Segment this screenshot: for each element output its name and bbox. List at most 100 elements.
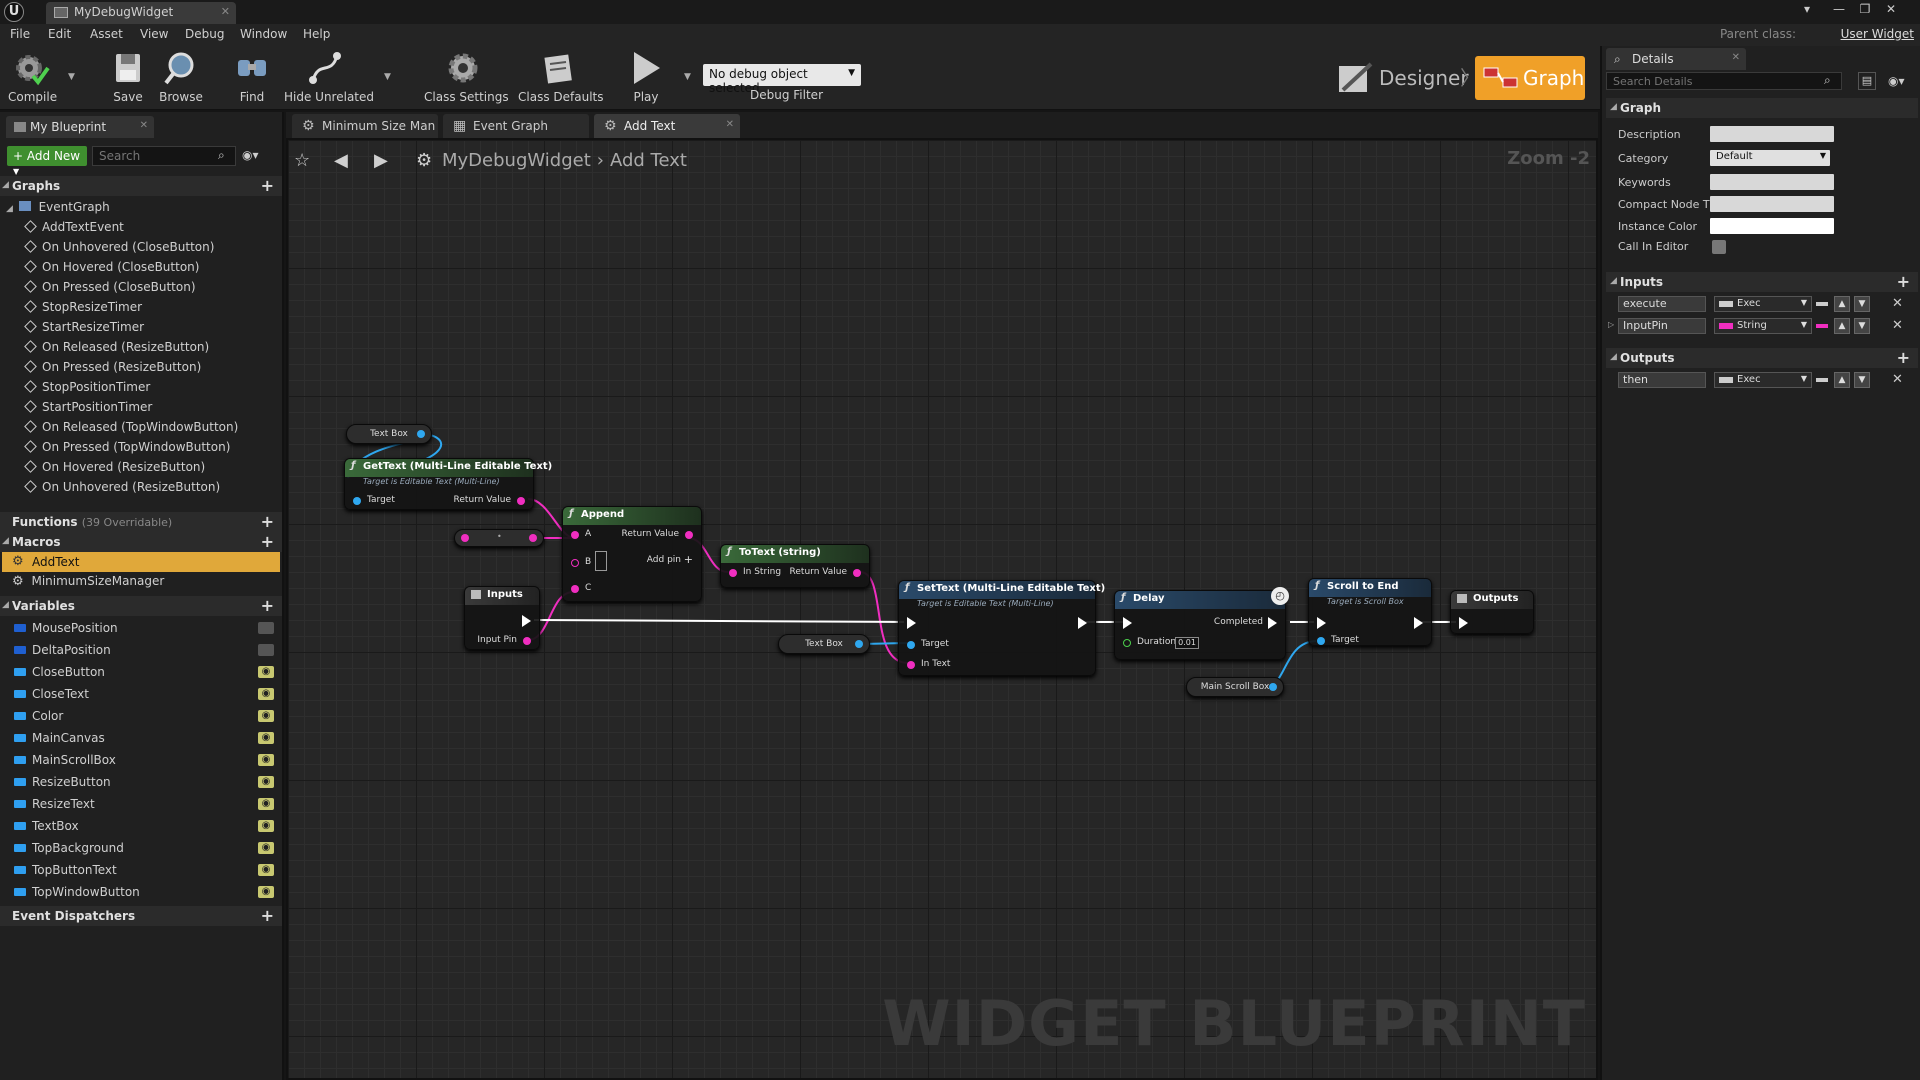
return-value-pin[interactable] — [853, 569, 861, 577]
textbox-variable-node[interactable]: Text Box — [346, 424, 432, 444]
expand-arrow-icon[interactable]: ▷ — [1608, 320, 1614, 329]
document-tab[interactable]: MyDebugWidget ✕ — [46, 2, 236, 24]
visibility-eye-icon[interactable]: ◉ — [258, 864, 274, 876]
remove-pin-icon[interactable]: ✕ — [1892, 296, 1903, 311]
exec-input-pin[interactable] — [1317, 617, 1326, 629]
hide-unrelated-options-icon[interactable]: ▼ — [384, 72, 391, 82]
gettext-node[interactable]: ƒ GetText (Multi-Line Editable Text) Targ… — [344, 458, 552, 510]
view-options-eye-icon[interactable]: ◉▾ — [1888, 74, 1905, 88]
add-variable-plus-icon[interactable]: + — [261, 596, 274, 615]
compact-node-title-input[interactable] — [1710, 196, 1834, 212]
graph-canvas[interactable]: ☆ ◀ ▶ ⚙ MyDebugWidget›Add Text Zoom -2 — [286, 138, 1598, 1080]
variable-row[interactable]: CloseText ◉ — [0, 684, 282, 706]
variable-row[interactable]: TopBackground ◉ — [0, 838, 282, 860]
search-icon[interactable]: ⌕ — [218, 148, 225, 163]
close-icon[interactable]: ✕ — [726, 119, 734, 130]
target-pin[interactable] — [1317, 637, 1325, 645]
variable-row[interactable]: TopWindowButton ◉ — [0, 882, 282, 904]
graph-mode-button[interactable]: Graph — [1475, 56, 1585, 100]
hide-unrelated-button[interactable]: Hide Unrelated — [284, 50, 374, 104]
pin-type-select[interactable]: Exec ▼ — [1714, 372, 1812, 388]
exec-input-pin[interactable] — [907, 617, 916, 629]
variable-row[interactable]: CloseButton ◉ — [0, 662, 282, 684]
tree-item-eventgraph[interactable]: ◢ EventGraph — [6, 200, 110, 220]
compile-options-icon[interactable]: ▼ — [68, 72, 75, 82]
visibility-eye-icon[interactable]: ◉ — [258, 688, 274, 700]
move-down-icon[interactable]: ▼ — [1854, 372, 1870, 388]
remove-pin-icon[interactable]: ✕ — [1892, 318, 1903, 333]
menu-edit[interactable]: Edit — [48, 27, 71, 41]
add-macro-plus-icon[interactable]: + — [261, 532, 274, 551]
event-item[interactable]: On Released (TopWindowButton) — [24, 420, 238, 440]
menu-debug[interactable]: Debug — [185, 27, 224, 41]
outputs-section[interactable]: ◢ Outputs + — [1606, 348, 1918, 368]
tab-minimum-size-manager[interactable]: ⚙ Minimum Size Man — [292, 114, 438, 138]
class-settings-button[interactable]: Class Settings — [424, 50, 509, 104]
functions-section-header[interactable]: Functions (39 Overridable) + — [0, 512, 282, 532]
outputs-node[interactable]: Outputs — [1450, 590, 1534, 634]
macros-section-header[interactable]: ◢ Macros + — [0, 532, 282, 552]
duration-value-input[interactable]: 0.01 — [1175, 637, 1199, 649]
exec-output-pin[interactable] — [1078, 617, 1087, 629]
duration-pin[interactable] — [1123, 639, 1131, 647]
variable-row[interactable]: MainScrollBox ◉ — [0, 750, 282, 772]
category-select[interactable]: Default ▼ — [1710, 150, 1830, 166]
visibility-eye-icon[interactable]: ◉ — [258, 886, 274, 898]
add-new-button[interactable]: + Add New ▼ — [7, 146, 87, 176]
browse-button[interactable]: Browse — [158, 50, 204, 104]
target-pin[interactable] — [907, 641, 915, 649]
add-output-plus-icon[interactable]: + — [1897, 348, 1910, 367]
event-item[interactable]: StopPositionTimer — [24, 380, 150, 400]
event-item[interactable]: On Pressed (TopWindowButton) — [24, 440, 230, 460]
move-down-icon[interactable]: ▼ — [1854, 296, 1870, 312]
debug-object-select[interactable]: No debug object selected ▼ — [703, 64, 861, 95]
exec-output-pin[interactable] — [1414, 617, 1423, 629]
textbox-variable-node-2[interactable]: Text Box — [778, 634, 870, 654]
mainscrollbox-variable-node[interactable]: Main Scroll Box — [1186, 677, 1284, 697]
output-pin[interactable] — [1269, 683, 1277, 691]
b-input-box[interactable] — [595, 551, 607, 571]
return-value-pin[interactable] — [685, 531, 693, 539]
settext-node[interactable]: ƒ SetText (Multi-Line Editable Text) Targ… — [898, 580, 1105, 676]
menu-help[interactable]: Help — [303, 27, 330, 41]
pin-name-input[interactable]: execute — [1618, 296, 1706, 312]
event-item[interactable]: StartPositionTimer — [24, 400, 152, 420]
save-button[interactable]: Save — [108, 50, 148, 104]
inputs-section[interactable]: ◢ Inputs + — [1606, 272, 1918, 292]
totext-node[interactable]: ƒ ToText (string) In String Return Value — [720, 544, 870, 588]
visibility-eye-icon[interactable]: ◉ — [258, 754, 274, 766]
visibility-eye-icon[interactable]: ◉ — [258, 710, 274, 722]
output-pin[interactable] — [855, 640, 863, 648]
compile-button[interactable]: Compile — [8, 50, 57, 104]
reroute-node[interactable]: • — [454, 529, 544, 547]
pin-type-select[interactable]: String ▼ — [1714, 318, 1812, 334]
scroll-to-end-node[interactable]: ƒ Scroll to End Target is Scroll Box Targ… — [1308, 578, 1432, 646]
add-graph-plus-icon[interactable]: + — [261, 176, 274, 195]
variable-row[interactable]: TextBox ◉ — [0, 816, 282, 838]
event-item[interactable]: On Unhovered (CloseButton) — [24, 240, 214, 260]
close-icon[interactable]: ✕ — [1732, 52, 1740, 63]
completed-exec-pin[interactable] — [1268, 617, 1277, 629]
move-up-icon[interactable]: ▲ — [1834, 296, 1850, 312]
pin-name-input[interactable]: InputPin — [1618, 318, 1706, 334]
details-search-input[interactable] — [1606, 72, 1842, 90]
exec-input-pin[interactable] — [1459, 617, 1468, 629]
details-tab[interactable]: ⌕ Details ✕ — [1606, 48, 1746, 70]
macro-item-minimumsizemanager[interactable]: ⚙ MinimumSizeManager — [12, 574, 164, 594]
property-matrix-icon[interactable]: ▤ — [1858, 72, 1876, 90]
graph-details-section[interactable]: ◢ Graph — [1606, 98, 1918, 118]
append-node[interactable]: ƒ Append A Return Value B Add pin + C — [562, 506, 702, 602]
visibility-eye-icon[interactable]: ◉ — [258, 666, 274, 678]
b-pin[interactable] — [571, 559, 579, 567]
add-function-plus-icon[interactable]: + — [261, 512, 274, 531]
tab-event-graph[interactable]: ▦ Event Graph — [443, 114, 589, 138]
inputs-node[interactable]: Inputs Input Pin — [464, 586, 540, 650]
variable-row[interactable]: TopButtonText ◉ — [0, 860, 282, 882]
tab-add-text[interactable]: ⚙ Add Text ✕ — [594, 114, 740, 138]
variable-row[interactable]: ResizeButton ◉ — [0, 772, 282, 794]
menu-view[interactable]: View — [140, 27, 168, 41]
keywords-input[interactable] — [1710, 174, 1834, 190]
add-dispatcher-plus-icon[interactable]: + — [261, 906, 274, 925]
pin-name-input[interactable]: then — [1618, 372, 1706, 388]
return-value-pin[interactable] — [517, 497, 525, 505]
